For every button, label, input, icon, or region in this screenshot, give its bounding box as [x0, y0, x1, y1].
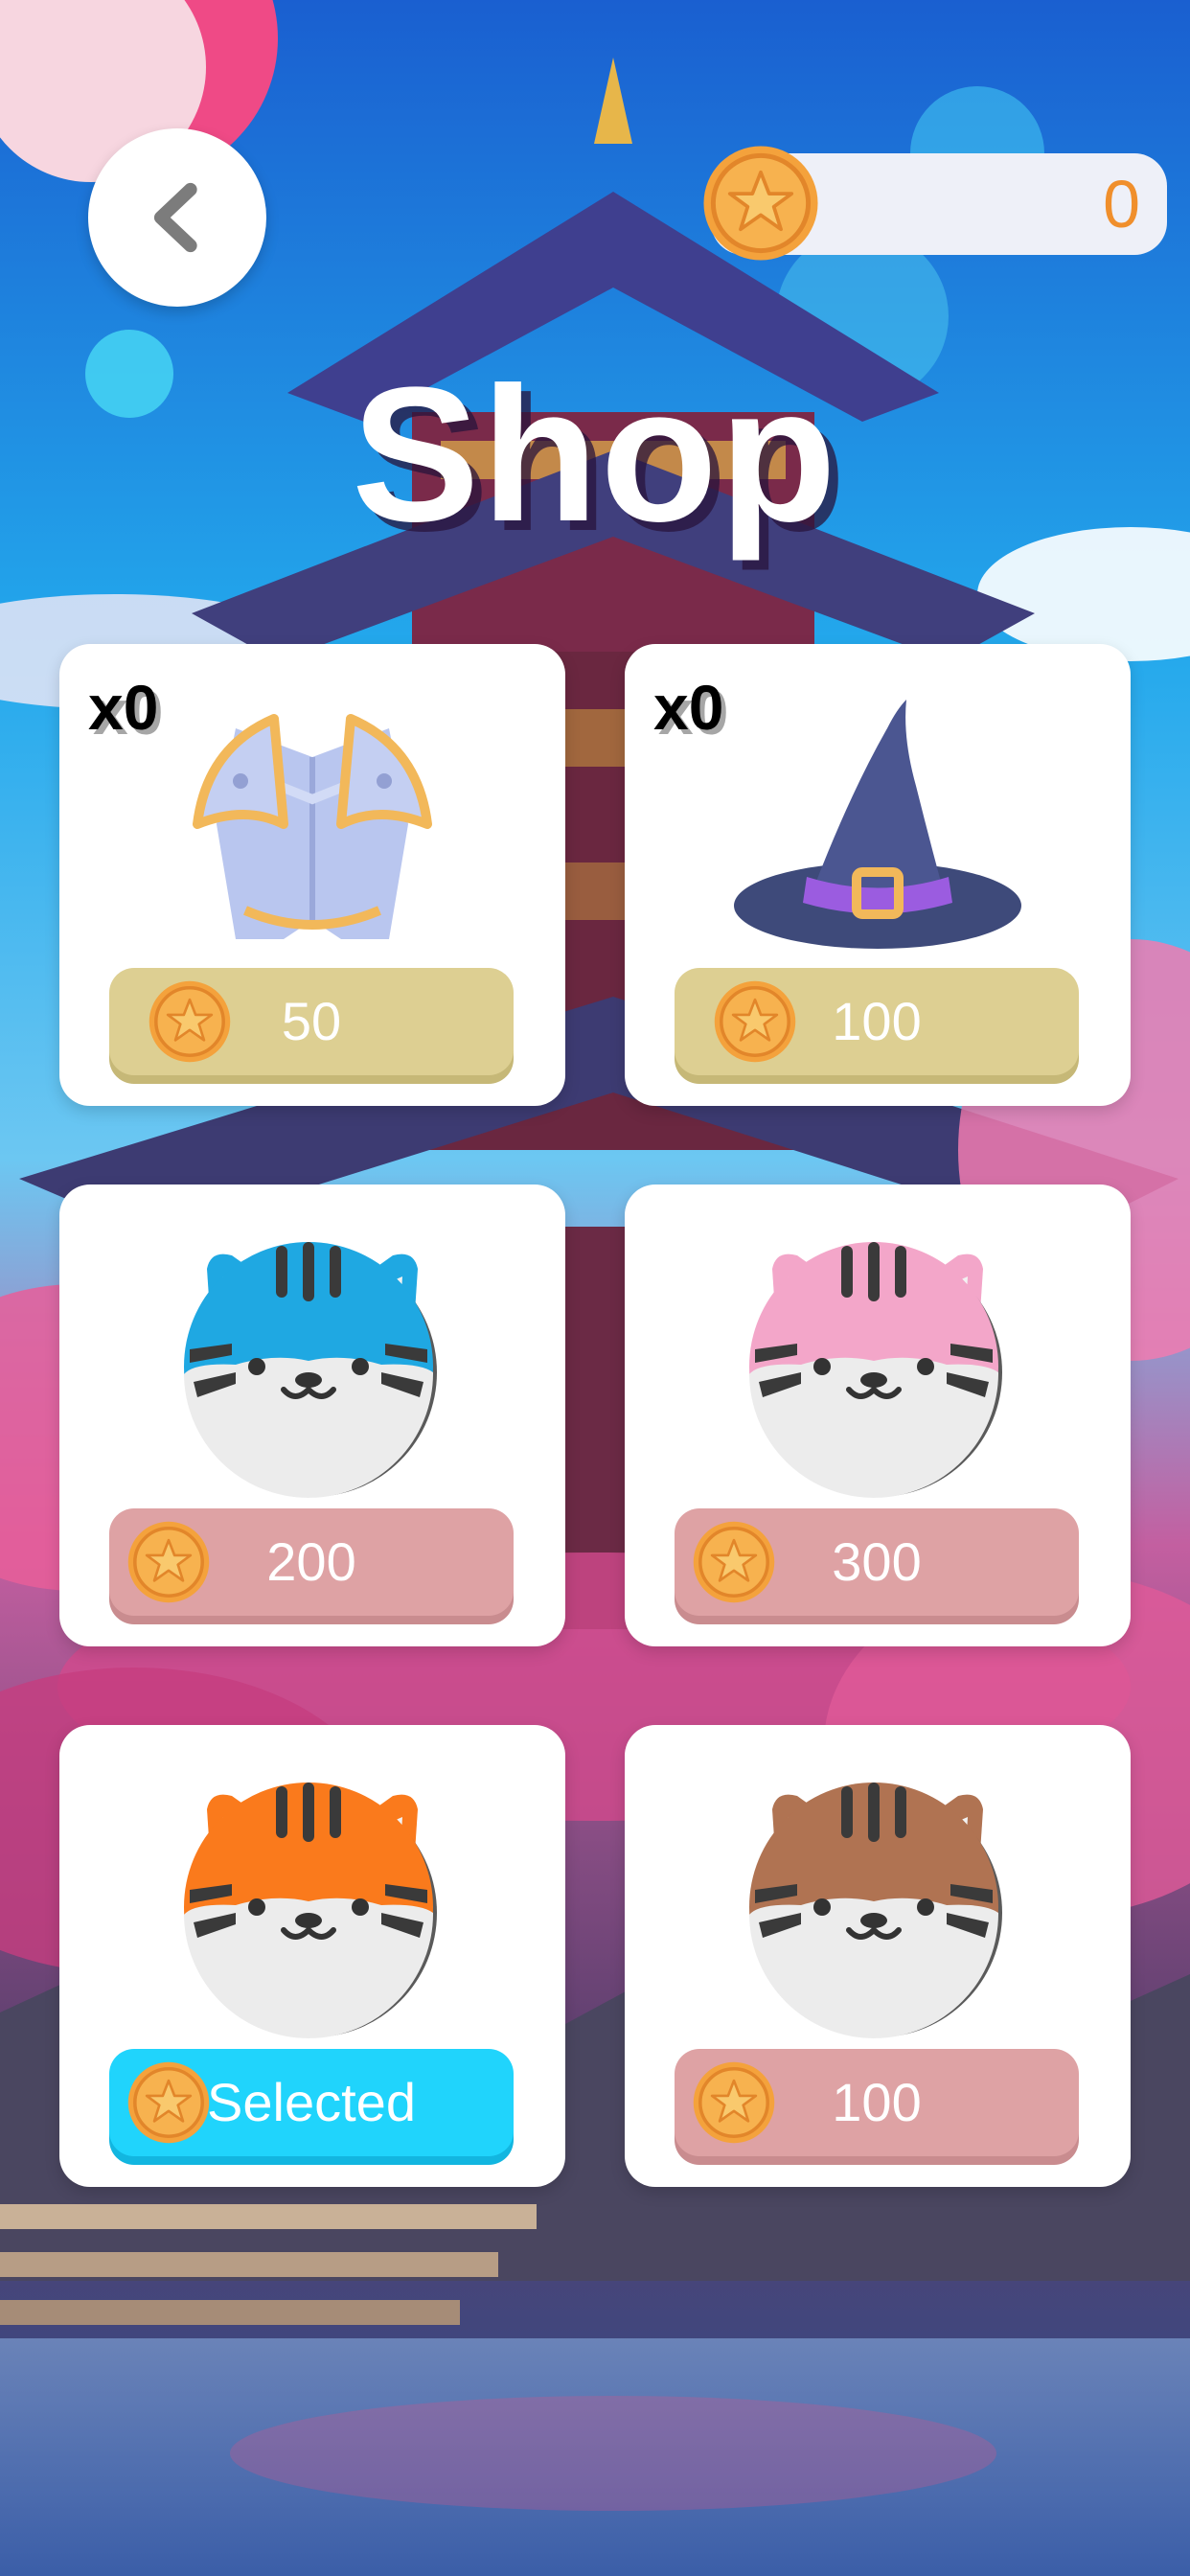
buy-armor-button[interactable]: 50: [109, 968, 514, 1075]
shop-item-orange-tiger: Selected: [59, 1725, 565, 2187]
chevron-left-icon: [153, 182, 197, 253]
price-label: 100: [832, 991, 922, 1051]
selected-orange-tiger-button[interactable]: Selected: [109, 2049, 514, 2156]
shop-item-brown-tiger: 100: [625, 1725, 1131, 2187]
item-quantity: x0: [88, 672, 159, 743]
blue-tiger-icon: [169, 1221, 456, 1508]
price-label: 100: [832, 2072, 922, 2132]
buy-brown-tiger-button[interactable]: 100: [675, 2049, 1079, 2156]
selected-label: Selected: [207, 2072, 416, 2132]
buy-pink-tiger-button[interactable]: 300: [675, 1508, 1079, 1616]
price-label: 300: [832, 1531, 922, 1592]
buy-blue-tiger-button[interactable]: 200: [109, 1508, 514, 1616]
price-label: 50: [281, 991, 342, 1051]
shop-item-wizard-hat: x0 100: [625, 644, 1131, 1106]
item-quantity: x0: [653, 672, 724, 743]
pink-tiger-icon: [734, 1221, 1021, 1508]
coin-icon: [701, 144, 820, 263]
wizard-hat-icon: [734, 680, 1021, 968]
back-button[interactable]: [88, 128, 266, 307]
orange-tiger-icon: [169, 1761, 456, 2049]
shop-item-armor: x0 50: [59, 644, 565, 1106]
price-label: 200: [266, 1531, 356, 1592]
armor-icon: [169, 680, 456, 968]
shop-item-blue-tiger: 200: [59, 1184, 565, 1646]
page-title: Shop: [352, 348, 838, 562]
brown-tiger-icon: [734, 1761, 1021, 2049]
buy-wizard-hat-button[interactable]: 100: [675, 968, 1079, 1075]
shop-item-pink-tiger: 300: [625, 1184, 1131, 1646]
coin-balance-value: 0: [1103, 167, 1140, 242]
